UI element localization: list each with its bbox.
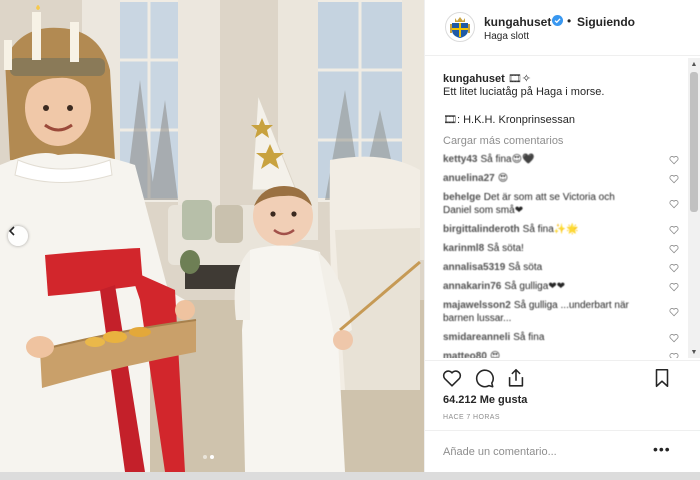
comment-row: majawelsson2 Så gulliga ...underbart när (443, 299, 679, 312)
heart-icon[interactable] (669, 352, 679, 358)
comment-row: birgittalinderoth Så fina✨🌟 (443, 223, 679, 236)
comment-row: annalisa5319 Så söta (443, 261, 679, 274)
comment-icon[interactable] (473, 367, 495, 389)
heart-icon[interactable] (441, 367, 463, 389)
verified-badge-icon (552, 15, 563, 26)
comment-text: Det är som att se Victoria och (483, 192, 615, 203)
comment-username[interactable]: anuelina27 (443, 173, 495, 184)
carousel-indicator (203, 455, 214, 459)
window-bottom-edge (0, 472, 700, 480)
heart-icon[interactable] (669, 244, 679, 254)
comment-row-continued: barnen lussar... (443, 312, 679, 325)
comment-row: behelge Det är som att se Victoria och (443, 191, 679, 204)
comment-username[interactable]: ketty43 (443, 154, 477, 165)
comment-text: Så gulliga❤❤ (504, 281, 566, 292)
avatar[interactable] (445, 12, 475, 42)
post-header: kungahuset • Siguiendo Haga slott (425, 0, 700, 56)
comment-text: Så fina✨🌟 (522, 224, 579, 235)
comment-row: annakarin76 Så gulliga❤❤ (443, 280, 679, 293)
comment-row: anuelina27 😍 (443, 172, 679, 185)
likes-count[interactable]: 64.212 Me gusta (443, 394, 527, 406)
comment-username[interactable]: karinml8 (443, 243, 484, 254)
caption-text: Ett litet luciatåg på Haga i morse. (443, 86, 605, 98)
comment-text: Så fina😍🖤 (480, 154, 535, 165)
follow-status-button[interactable]: Siguiendo (577, 15, 635, 29)
comment-username[interactable]: majawelsson2 (443, 300, 511, 311)
carousel-dot-active (210, 455, 214, 459)
comment-row: ketty43 Så fina😍🖤 (443, 153, 679, 166)
comment-text: Så gulliga ...underbart när (513, 300, 629, 311)
comment-username[interactable]: matteo80 (443, 351, 487, 358)
photo-illustration (0, 0, 424, 472)
carousel-prev-button[interactable] (8, 226, 28, 246)
post-username[interactable]: kungahuset (484, 15, 551, 29)
heart-icon[interactable] (669, 282, 679, 292)
bookmark-icon[interactable] (651, 367, 673, 389)
comment-row: matteo80 😍 (443, 350, 679, 358)
action-bar (425, 360, 700, 396)
heart-icon[interactable] (669, 307, 679, 317)
comment-username[interactable]: annakarin76 (443, 281, 501, 292)
scrollbar-thumb[interactable] (690, 72, 698, 212)
separator-dot: • (567, 14, 572, 28)
post-side-panel: kungahuset • Siguiendo Haga slott kungah… (424, 0, 700, 472)
heart-icon[interactable] (669, 174, 679, 184)
caption-emoji: 🎞✧ (507, 73, 531, 85)
comment-input[interactable] (443, 443, 643, 461)
comment-text: barnen lussar... (443, 313, 512, 324)
comment-row-continued: Daniel som små❤ (443, 204, 679, 217)
heart-icon[interactable] (669, 155, 679, 165)
scroll-up-arrow-icon[interactable]: ▲ (688, 58, 700, 70)
scroll-down-arrow-icon[interactable]: ▼ (688, 346, 700, 358)
royal-crest-icon (450, 17, 470, 38)
comments-list: kungahuset 🎞✧ Ett litet luciatåg på Haga… (425, 58, 689, 358)
comments-scrollbar[interactable]: ▲ ▼ (688, 58, 700, 358)
comment-text: 😍 (489, 351, 501, 358)
comment-text: Så söta! (487, 243, 524, 254)
comment-text: Daniel som små❤ (443, 205, 524, 216)
heart-icon[interactable] (669, 333, 679, 343)
load-more-comments-button[interactable]: Cargar más comentarios (443, 135, 563, 147)
more-options-button[interactable]: ••• (653, 441, 671, 457)
carousel-dot (203, 455, 207, 459)
comment-username[interactable]: behelge (443, 192, 481, 203)
comment-username[interactable]: smidareanneli (443, 332, 510, 343)
comment-text: Så söta (508, 262, 543, 273)
heart-icon[interactable] (669, 225, 679, 235)
comment-username[interactable]: birgittalinderoth (443, 224, 520, 235)
caption-credit: 🎞: H.K.H. Kronprinsessan (443, 114, 575, 126)
comment-text: Så fina (513, 332, 545, 343)
caption-username[interactable]: kungahuset (443, 73, 505, 85)
heart-icon[interactable] (669, 263, 679, 273)
chevron-left-icon (8, 226, 15, 236)
caption-header: kungahuset 🎞✧ (443, 72, 531, 85)
post-location[interactable]: Haga slott (484, 31, 529, 42)
add-comment-bar: ••• (425, 430, 700, 472)
comment-username[interactable]: annalisa5319 (443, 262, 505, 273)
heart-icon[interactable] (669, 199, 679, 209)
instagram-post-modal: kungahuset • Siguiendo Haga slott kungah… (0, 0, 700, 480)
comment-text: 😍 (497, 173, 509, 184)
post-photo (0, 0, 424, 472)
comment-row: karinml8 Så söta! (443, 242, 679, 255)
share-icon[interactable] (505, 367, 527, 389)
comment-row: smidareanneli Så fina (443, 331, 679, 344)
post-timestamp[interactable]: HACE 7 HORAS (443, 414, 500, 421)
